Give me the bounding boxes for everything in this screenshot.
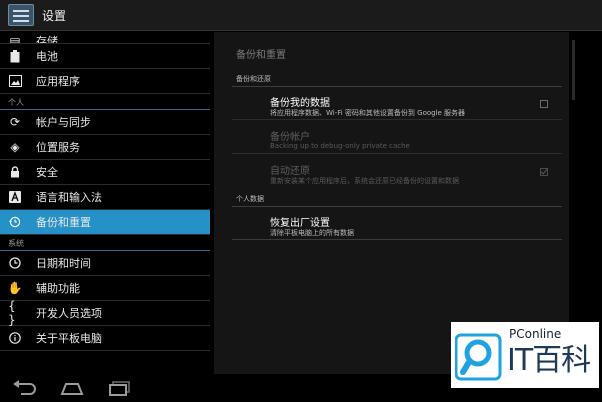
- action-bar: 设置: [0, 0, 602, 31]
- language-icon: [8, 190, 22, 204]
- sidebar-item-security[interactable]: 安全: [0, 160, 210, 185]
- clock-icon: [8, 256, 22, 270]
- backup-data-checkbox[interactable]: [540, 100, 548, 108]
- settings-icon[interactable]: [8, 4, 34, 26]
- sync-icon: ⟳: [9, 115, 21, 129]
- sidebar-item-battery[interactable]: 电池: [0, 44, 210, 69]
- category-divider: [232, 206, 562, 207]
- pref-auto-restore[interactable]: 自动还原 重新安装某个应用程序后，系统会还原已经备份的设置和数据: [232, 158, 562, 188]
- pref-backup-my-data[interactable]: 备份我的数据 将应用程序数据、Wi-Fi 密码和其他设置备份到 Google 服…: [232, 90, 562, 120]
- category-divider: [232, 86, 562, 87]
- detail-title: 备份和重置: [236, 50, 286, 61]
- storage-icon: ▤: [9, 35, 21, 44]
- pref-factory-reset[interactable]: 恢复出厂设置 清除平板电脑上的所有数据: [232, 210, 562, 240]
- sidebar-item-developer-options[interactable]: { } 开发人员选项: [0, 299, 210, 327]
- location-icon: ◈: [10, 140, 20, 154]
- back-icon[interactable]: [12, 380, 38, 396]
- pref-backup-account[interactable]: 备份帐户 Backing up to debug-only private ca…: [232, 124, 562, 154]
- backup-icon: [8, 215, 22, 229]
- pconline-logo-icon: [455, 333, 502, 381]
- braces-icon: { }: [8, 299, 16, 327]
- info-icon: [8, 331, 22, 345]
- pconline-watermark: PConline IT百科: [451, 322, 599, 388]
- sidebar-item-language-input[interactable]: 语言和输入法: [0, 185, 210, 210]
- divider: [232, 239, 562, 240]
- sidebar-item-location[interactable]: ◈ 位置服务: [0, 135, 210, 160]
- lock-icon: [8, 165, 22, 179]
- settings-list: ▤ 存储 电池 应用程序 个人 ⟳ 帐户与同步 ◈ 位置服务 安全 语言和输入法: [0, 32, 210, 374]
- section-header-system: 系统: [0, 235, 210, 251]
- apps-icon: [8, 74, 22, 88]
- divider: [232, 153, 562, 154]
- scrollbar[interactable]: [572, 40, 575, 100]
- watermark-title: IT百科: [507, 343, 591, 378]
- recent-apps-icon[interactable]: [108, 380, 132, 396]
- auto-restore-checkbox[interactable]: [540, 168, 548, 176]
- battery-icon: [8, 49, 22, 63]
- watermark-brand: PConline: [509, 327, 562, 341]
- home-icon[interactable]: [60, 380, 84, 396]
- divider: [232, 119, 562, 120]
- sidebar-item-backup-reset[interactable]: 备份和重置: [0, 210, 210, 235]
- category-backup-restore: 备份和还原: [236, 75, 271, 83]
- sidebar-item-date-time[interactable]: 日期和时间: [0, 251, 210, 276]
- section-header-personal: 个人: [0, 94, 210, 110]
- sidebar-item-accounts-sync[interactable]: ⟳ 帐户与同步: [0, 110, 210, 135]
- sidebar-item-storage[interactable]: ▤ 存储: [0, 32, 210, 44]
- sidebar-item-apps[interactable]: 应用程序: [0, 69, 210, 94]
- category-personal-data: 个人数据: [236, 195, 264, 203]
- hand-icon: ✋: [7, 281, 23, 295]
- sidebar-item-accessibility[interactable]: ✋ 辅助功能: [0, 276, 210, 301]
- sidebar-item-about-tablet[interactable]: 关于平板电脑: [0, 326, 210, 351]
- page-title: 设置: [42, 8, 67, 23]
